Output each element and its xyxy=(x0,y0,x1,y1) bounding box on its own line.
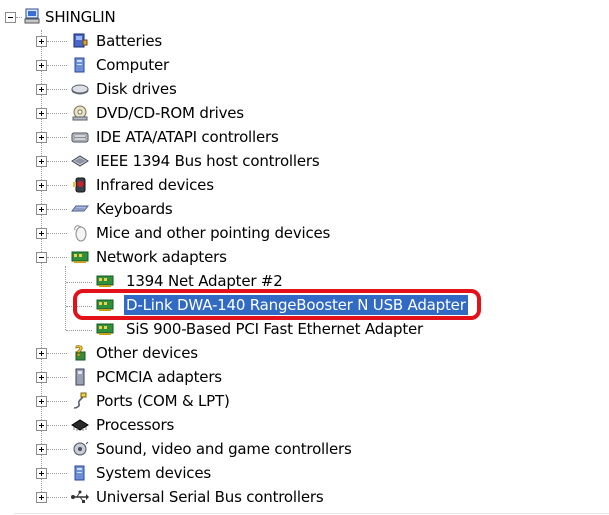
category-label[interactable]: DVD/CD-ROM drives xyxy=(94,103,246,123)
ieee1394-expand-toggle[interactable] xyxy=(36,156,47,167)
tree-connector xyxy=(47,113,67,114)
tree-connector xyxy=(47,449,67,450)
root-computer-name[interactable]: SHINGLIN xyxy=(43,7,117,27)
category-label[interactable]: System devices xyxy=(94,463,213,483)
tree-connector xyxy=(47,257,67,258)
ide-controllers-expand-toggle[interactable] xyxy=(36,132,47,143)
network-card-icon xyxy=(96,296,114,314)
tree-connector xyxy=(47,425,67,426)
ide-controller-icon xyxy=(71,128,89,146)
category-label[interactable]: PCMCIA adapters xyxy=(94,367,224,387)
category-label[interactable]: IEEE 1394 Bus host controllers xyxy=(94,151,321,171)
tree-connector xyxy=(47,353,67,354)
tree-connector xyxy=(47,89,67,90)
tree-connector xyxy=(66,306,92,307)
mouse-icon xyxy=(71,224,89,242)
keyboards-expand-toggle[interactable] xyxy=(36,204,47,215)
disk-drives-expand-toggle[interactable] xyxy=(36,84,47,95)
category-label[interactable]: IDE ATA/ATAPI controllers xyxy=(94,127,281,147)
bottom-divider xyxy=(14,513,609,514)
category-label[interactable]: Computer xyxy=(94,55,171,75)
pcmcia-expand-toggle[interactable] xyxy=(36,372,47,383)
device-item[interactable]: SiS 900-Based PCI Fast Ethernet Adapter xyxy=(124,319,425,339)
category-label[interactable]: Infrared devices xyxy=(94,175,216,195)
system-devices-expand-toggle[interactable] xyxy=(36,468,47,479)
category-label[interactable]: Universal Serial Bus controllers xyxy=(94,487,325,507)
computer-icon xyxy=(71,56,89,74)
cdrom-icon xyxy=(71,104,89,122)
category-label[interactable]: Network adapters xyxy=(94,247,229,267)
category-label[interactable]: Other devices xyxy=(94,343,200,363)
firewire-icon xyxy=(71,152,89,170)
computer-expand-toggle[interactable] xyxy=(36,60,47,71)
keyboard-icon xyxy=(71,200,89,218)
device-item-selected[interactable]: D-Link DWA-140 RangeBooster N USB Adapte… xyxy=(124,295,468,315)
tree-connector xyxy=(47,209,67,210)
tree-connector xyxy=(65,266,66,330)
tree-connector xyxy=(47,233,67,234)
tree-connector xyxy=(47,161,67,162)
network-adapters-collapse-toggle[interactable] xyxy=(36,252,47,263)
sound-expand-toggle[interactable] xyxy=(36,444,47,455)
other-devices-expand-toggle[interactable] xyxy=(36,348,47,359)
root-collapse-toggle[interactable] xyxy=(5,12,16,23)
tree-connector xyxy=(47,185,67,186)
tree-connector xyxy=(47,137,67,138)
infrared-expand-toggle[interactable] xyxy=(36,180,47,191)
tree-connector xyxy=(66,330,92,331)
tree-connector xyxy=(47,497,67,498)
batteries-expand-toggle[interactable] xyxy=(36,36,47,47)
usb-icon xyxy=(71,488,89,506)
tree-connector xyxy=(47,401,67,402)
network-card-icon xyxy=(96,272,114,290)
device-tree: SHINGLIN Batteries Computer Disk drives … xyxy=(0,0,609,515)
category-label[interactable]: Disk drives xyxy=(94,79,179,99)
processor-icon xyxy=(71,416,89,434)
tree-connector xyxy=(16,17,22,18)
tree-connector xyxy=(66,282,92,283)
computer-icon xyxy=(23,7,41,25)
system-device-icon xyxy=(71,464,89,482)
device-item[interactable]: 1394 Net Adapter #2 xyxy=(124,271,285,291)
tree-connector xyxy=(47,41,67,42)
sound-icon xyxy=(71,440,89,458)
category-label[interactable]: Processors xyxy=(94,415,176,435)
disk-drive-icon xyxy=(71,80,89,98)
infrared-icon xyxy=(71,176,89,194)
processors-expand-toggle[interactable] xyxy=(36,420,47,431)
tree-connector xyxy=(47,473,67,474)
unknown-device-icon: ? xyxy=(71,344,89,362)
tree-connector xyxy=(47,377,67,378)
mice-expand-toggle[interactable] xyxy=(36,228,47,239)
category-label[interactable]: Ports (COM & LPT) xyxy=(94,391,232,411)
category-label[interactable]: Keyboards xyxy=(94,199,175,219)
category-label[interactable]: Sound, video and game controllers xyxy=(94,439,354,459)
ports-expand-toggle[interactable] xyxy=(36,396,47,407)
usb-expand-toggle[interactable] xyxy=(36,492,47,503)
category-label[interactable]: Mice and other pointing devices xyxy=(94,223,332,243)
network-card-icon xyxy=(96,320,114,338)
svg-text:?: ? xyxy=(75,344,83,360)
tree-connector xyxy=(47,65,67,66)
dvd-cdrom-expand-toggle[interactable] xyxy=(36,108,47,119)
pcmcia-icon xyxy=(71,368,89,386)
category-label[interactable]: Batteries xyxy=(94,31,164,51)
battery-icon xyxy=(71,32,89,50)
port-icon xyxy=(71,392,89,410)
network-adapter-icon xyxy=(71,248,89,266)
